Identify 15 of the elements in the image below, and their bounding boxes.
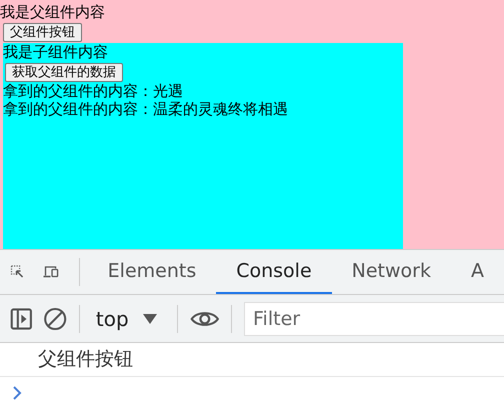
context-dropdown[interactable]: top [92, 306, 165, 330]
prompt-chevron-icon[interactable] [12, 385, 22, 401]
devtools-tab[interactable]: Network [332, 250, 451, 294]
sidebar-icon[interactable] [10, 306, 33, 332]
parent-button[interactable]: 父组件按钮 [3, 23, 82, 42]
received-text: 拿到的父组件的内容：光遇 [3, 82, 184, 100]
caret-icon [142, 314, 157, 324]
child-text: 我是子组件内容 [3, 43, 109, 61]
devtools-tab[interactable]: Elements [88, 250, 216, 294]
get-data-button[interactable]: 获取父组件的数据 [5, 63, 123, 82]
received-text: 拿到的父组件的内容：温柔的灵魂终将相遇 [3, 100, 289, 118]
filter-field[interactable]: Filter [244, 302, 504, 336]
parent-text: 我是父组件内容 [0, 3, 106, 21]
console-message: 父组件按钮 [0, 343, 504, 377]
devtools-tab[interactable]: A [451, 250, 504, 294]
